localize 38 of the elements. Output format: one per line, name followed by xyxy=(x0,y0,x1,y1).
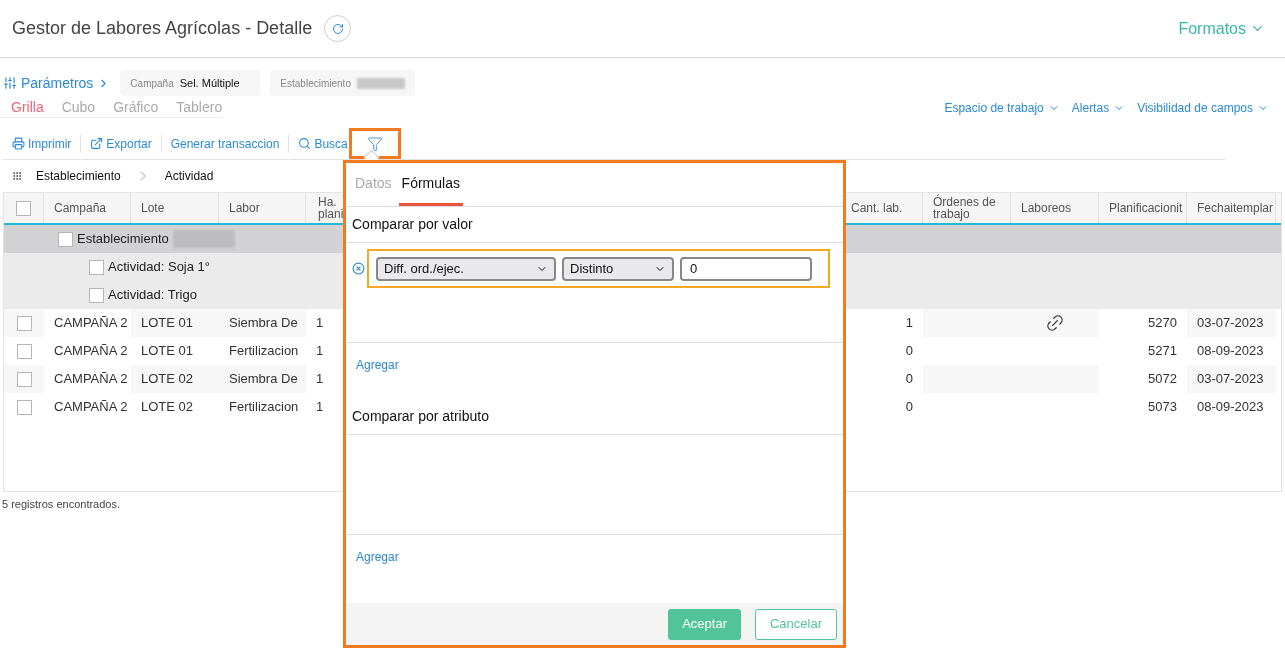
page-title: Gestor de Labores Agrícolas - Detalle xyxy=(12,17,313,40)
table-cell-text: 5073 xyxy=(1147,398,1178,417)
table-cell: Siembra De xyxy=(219,365,306,393)
table-cell-text: 1 xyxy=(904,314,914,333)
group-label: Establecimiento xyxy=(77,230,169,249)
table-cell: LOTE 02 xyxy=(131,365,219,393)
table-cell-text: 0 xyxy=(904,398,914,417)
table-cell-text: 08-09-2023 xyxy=(1196,398,1265,417)
table-cell-text: 1 xyxy=(315,314,325,333)
table-cell-text: 08-09-2023 xyxy=(1196,342,1265,361)
section-title: Comparar por valor xyxy=(346,207,843,243)
section-title: Comparar por atributo xyxy=(346,399,843,435)
parameter-label: Campaña xyxy=(130,76,174,91)
table-cell-text: 1 xyxy=(315,398,325,417)
table-cell-text: 0 xyxy=(904,342,914,361)
table-cell-text: CAMPAÑA 2 xyxy=(53,370,129,389)
table-cell-text: 1 xyxy=(315,342,325,361)
table-cell: 03-07-2023 xyxy=(1187,309,1276,337)
table-cell-text: LOTE 02 xyxy=(140,398,195,417)
table-cell-text: 1 xyxy=(315,370,325,389)
record-count: 5 registros encontrados. xyxy=(2,497,121,512)
table-cell-text: LOTE 01 xyxy=(140,342,195,361)
table-cell: Siembra De xyxy=(219,309,306,337)
group-label: Actividad: Trigo xyxy=(108,286,197,305)
parameter-label: Establecimiento xyxy=(280,76,351,91)
table-cell-text: CAMPAÑA 2 xyxy=(53,398,129,417)
table-cell-text: 5271 xyxy=(1147,342,1178,361)
table-cell: LOTE 01 xyxy=(131,309,219,337)
table-cell-text: Fertilizacion xyxy=(228,342,300,361)
table-cell: 03-07-2023 xyxy=(1187,365,1276,393)
table-cell-text: Fertilizacion xyxy=(228,398,300,417)
table-cell-text: 0 xyxy=(904,370,914,389)
parameter-value: Sel. Múltiple xyxy=(179,75,240,91)
table-cell-text: CAMPAÑA 2 xyxy=(53,314,129,333)
group-label: Actividad: Soja 1° xyxy=(108,258,211,277)
table-cell-text: CAMPAÑA 2 xyxy=(53,342,129,361)
table-cell-text: 5270 xyxy=(1147,314,1178,333)
table-cell-text: 5072 xyxy=(1147,370,1178,389)
